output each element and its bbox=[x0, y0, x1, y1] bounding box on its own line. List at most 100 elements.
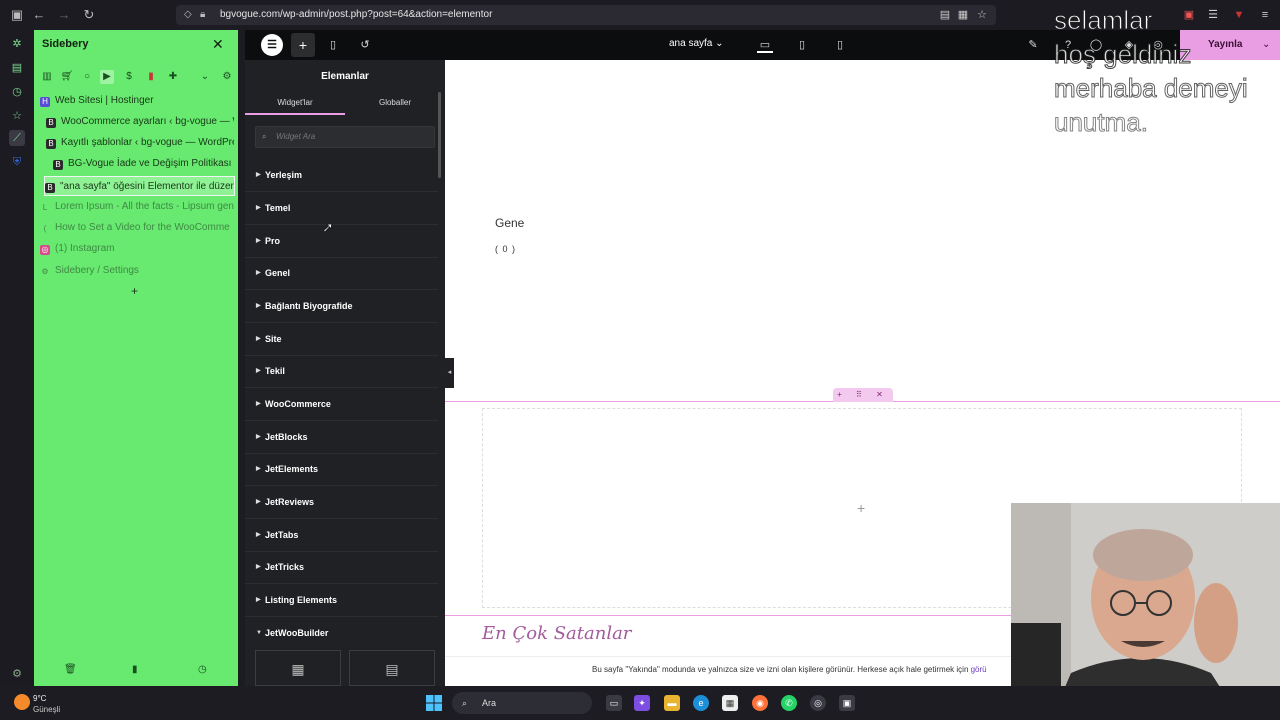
category-baglanti-biyografide[interactable]: ▶ Bağlantı Biyografide bbox=[245, 290, 438, 323]
panel-icon-1[interactable]: ▥ bbox=[40, 70, 54, 84]
play-icon[interactable]: ▶ bbox=[100, 70, 114, 84]
sidebar-toggle-icon[interactable]: ▣ bbox=[8, 6, 26, 24]
sparkle-icon[interactable]: ✲ bbox=[9, 36, 25, 52]
category-pro[interactable]: ▶ Pro bbox=[245, 225, 438, 258]
menu-icon[interactable]: ≡ bbox=[1258, 8, 1272, 22]
tab-item[interactable]: (How to Set a Video for the WooComme bbox=[40, 218, 234, 238]
file-explorer-icon[interactable]: ▬ bbox=[664, 695, 680, 711]
category-temel[interactable]: ▶ Temel bbox=[245, 192, 438, 225]
history-icon[interactable]: ↺ bbox=[357, 37, 373, 53]
gear-icon[interactable]: ⚙ bbox=[220, 70, 234, 84]
lock-icon: 🔒︎ bbox=[200, 9, 206, 20]
tab-item[interactable]: H Web Sitesi | Hostinger bbox=[40, 91, 234, 111]
task-view-icon[interactable]: ▭ bbox=[606, 695, 622, 711]
widget-grid-icon[interactable]: ▦ bbox=[255, 650, 341, 686]
tab-item[interactable]: B WooCommerce ayarları ‹ bg-vogue — W bbox=[46, 112, 234, 132]
tab-widgets[interactable]: Widget'lar bbox=[245, 98, 345, 107]
new-tab-button[interactable]: + bbox=[131, 284, 138, 298]
category-yerlesim[interactable]: ▶ Yerleşim bbox=[245, 159, 438, 192]
history-icon[interactable]: ◷ bbox=[9, 84, 25, 100]
dollar-icon[interactable]: $ bbox=[122, 70, 136, 84]
weather-condition[interactable]: Güneşli bbox=[33, 705, 60, 714]
tab-item[interactable]: B Kayıtlı şablonlar ‹ bg-vogue — WordPre bbox=[46, 133, 234, 153]
bookmark-icon[interactable]: ▮ bbox=[132, 664, 138, 675]
book-icon[interactable]: ▮ bbox=[144, 70, 158, 84]
category-tekil[interactable]: ▶ Tekil bbox=[245, 355, 438, 388]
gamepad-icon[interactable]: ✚ bbox=[166, 70, 180, 84]
category-genel[interactable]: ▶ Genel bbox=[245, 257, 438, 290]
chevron-down-icon[interactable]: ⌄ bbox=[1262, 30, 1270, 60]
sidebery-panel-icon[interactable]: ⟋ bbox=[9, 130, 25, 146]
panel-scrollbar[interactable] bbox=[438, 92, 441, 178]
extensions-icon[interactable]: ▦ bbox=[956, 8, 970, 22]
settings-gear-icon[interactable]: ⚙ bbox=[9, 666, 25, 682]
notice-link[interactable]: görü bbox=[971, 665, 987, 674]
publish-button[interactable]: Yayınla ⌄ bbox=[1180, 30, 1280, 60]
whatsapp-icon[interactable]: ✆ bbox=[781, 695, 797, 711]
close-icon[interactable]: ✕ bbox=[212, 36, 224, 53]
category-jetelements[interactable]: ▶ JetElements bbox=[245, 453, 438, 486]
bestsellers-heading[interactable]: En Çok Satanlar bbox=[482, 623, 631, 644]
category-woocommerce[interactable]: ▶ WooCommerce bbox=[245, 388, 438, 421]
chevron-down-icon: ⌄ bbox=[715, 38, 724, 49]
bookmarks-icon[interactable]: ☆ bbox=[9, 108, 25, 124]
weather-temperature[interactable]: 9°C bbox=[33, 694, 46, 703]
screenshot-icon[interactable]: ▤ bbox=[938, 8, 952, 22]
taskbar-search-input[interactable]: ⌕ Ara bbox=[452, 692, 592, 714]
cart-icon[interactable]: 🛒︎ bbox=[60, 70, 74, 84]
active-tab-indicator bbox=[245, 113, 345, 115]
tab-item[interactable]: B BG-Vogue İade ve Değişim Politikası – bbox=[53, 154, 234, 174]
chevron-down-icon[interactable]: ⌄ bbox=[198, 70, 212, 84]
widget-search-input[interactable]: ⌕ Widget Ara bbox=[255, 126, 435, 148]
settings-sliders-icon[interactable]: ☰ bbox=[1206, 8, 1220, 22]
mobile-view-icon[interactable]: ▯ bbox=[832, 37, 848, 53]
desktop-view-icon[interactable]: ▭ bbox=[757, 37, 773, 53]
trash-icon[interactable]: 🗑︎ bbox=[64, 664, 77, 675]
add-element-button[interactable]: + bbox=[291, 33, 315, 57]
tab-item[interactable]: ⚙ Sidebery / Settings bbox=[40, 261, 234, 281]
category-jetblocks[interactable]: ▶ JetBlocks bbox=[245, 421, 438, 454]
widget-layout-icon[interactable]: ▤ bbox=[349, 650, 435, 686]
clock-icon[interactable]: ◷ bbox=[198, 664, 207, 675]
category-jetwoobuilder[interactable]: ▼ JetWooBuilder bbox=[245, 617, 438, 650]
elementor-logo-icon[interactable]: ☰ bbox=[261, 34, 283, 56]
category-site[interactable]: ▶ Site bbox=[245, 323, 438, 356]
tab-item-active[interactable]: B "ana sayfa" öğesini Elementor ile düzen bbox=[44, 176, 235, 196]
page-settings-icon[interactable]: ▯ bbox=[325, 37, 341, 53]
reload-button[interactable]: ↻ bbox=[80, 6, 98, 24]
collapse-panel-button[interactable]: ◂ bbox=[445, 358, 454, 388]
category-jettabs[interactable]: ▶ JetTabs bbox=[245, 519, 438, 552]
forward-button[interactable]: → bbox=[55, 6, 73, 24]
app-icon[interactable]: ◎ bbox=[810, 695, 826, 711]
inbox-icon[interactable]: ▤ bbox=[9, 60, 25, 76]
tab-item[interactable]: ◎ (1) Instagram bbox=[40, 239, 234, 259]
firefox-icon[interactable]: ◉ bbox=[752, 695, 768, 711]
tab-item[interactable]: L Lorem Ipsum - All the facts - Lipsum ge… bbox=[40, 197, 234, 217]
heading-text[interactable]: Gene bbox=[495, 216, 524, 230]
address-bar[interactable]: ◇ 🔒︎ bgvogue.com/wp-admin/post.php?post=… bbox=[176, 5, 996, 25]
store-icon[interactable]: ▦ bbox=[722, 695, 738, 711]
count-text[interactable]: ( 0 ) bbox=[495, 244, 516, 254]
category-listing-elements[interactable]: ▶ Listing Elements bbox=[245, 584, 438, 617]
edge-icon[interactable]: e bbox=[693, 695, 709, 711]
addon-icon[interactable]: ▣ bbox=[1182, 8, 1196, 22]
category-jetreviews[interactable]: ▶ JetReviews bbox=[245, 486, 438, 519]
weather-sun-icon[interactable] bbox=[14, 694, 30, 710]
circle-icon[interactable]: ○ bbox=[80, 70, 94, 84]
vpn-icon[interactable]: ▼ bbox=[1232, 8, 1246, 22]
url-text: bgvogue.com/wp-admin/post.php?post=64&ac… bbox=[220, 9, 493, 20]
back-button[interactable]: ← bbox=[30, 6, 48, 24]
tablet-view-icon[interactable]: ▯ bbox=[794, 37, 810, 53]
windows-start-icon[interactable] bbox=[426, 695, 442, 711]
copilot-icon[interactable]: ✦ bbox=[634, 695, 650, 711]
bitwarden-icon[interactable]: ⛨ bbox=[9, 154, 25, 170]
terminal-icon[interactable]: ▣ bbox=[839, 695, 855, 711]
bookmark-star-icon[interactable]: ☆ bbox=[975, 8, 989, 22]
category-jettricks[interactable]: ▶ JetTricks bbox=[245, 551, 438, 584]
section-handle[interactable]: + ⠿ ✕ bbox=[833, 388, 893, 402]
elements-panel: Elemanlar Widget'lar Globaller ⌕ Widget … bbox=[245, 60, 445, 686]
edit-icon[interactable]: ✎ bbox=[1025, 37, 1041, 53]
tab-globals[interactable]: Globaller bbox=[345, 98, 445, 107]
add-widget-plus-icon[interactable]: + bbox=[857, 500, 865, 516]
page-selector[interactable]: ana sayfa ⌄ bbox=[669, 38, 724, 49]
